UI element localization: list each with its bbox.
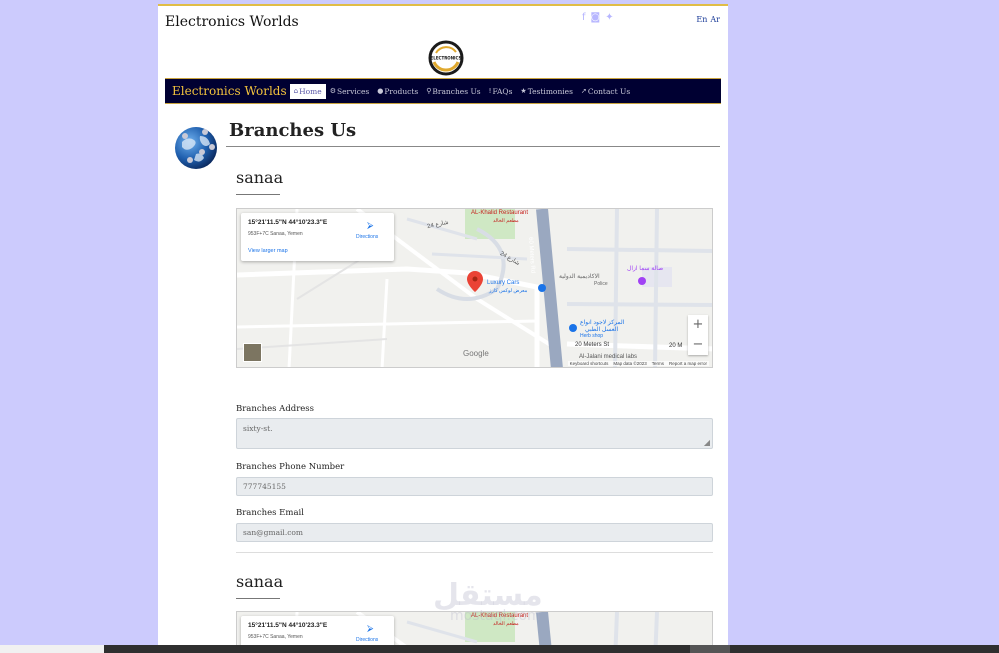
- directions-icon[interactable]: ⮚: [367, 623, 373, 634]
- social-links: f ◙ ✦: [582, 12, 614, 24]
- map-plus-code: 953F+7C Sanaa, Yemen: [248, 634, 303, 640]
- satellite-toggle[interactable]: [243, 343, 262, 362]
- view-larger-map-link[interactable]: View larger map: [248, 248, 288, 254]
- nav-contact[interactable]: ➚ Contact Us: [577, 84, 634, 99]
- map-label-herb-2: العسل الطبي: [585, 327, 619, 333]
- branch-map[interactable]: AL-Khalid Restaurant مطعم الخالد 60 Mete…: [236, 208, 713, 368]
- page-header: Branches Us: [172, 120, 720, 169]
- map-coordinates: 15°21'11.5"N 44°10'23.3"E: [248, 219, 328, 226]
- page-container: Electronics Worlds f ◙ ✦ En Ar ELECTRONI…: [158, 4, 728, 653]
- lang-ar-link[interactable]: Ar: [710, 15, 720, 24]
- title-divider: [226, 146, 720, 147]
- nav-services[interactable]: ⚙ Services: [326, 84, 374, 99]
- language-switcher: En Ar: [696, 15, 720, 24]
- map-zoom-controls: + −: [688, 315, 708, 355]
- address-value: sixty-st.: [243, 424, 273, 433]
- nav-contact-label: Contact Us: [587, 86, 631, 96]
- main-navbar: Electronics Worlds ⌂ Home ⚙ Services ● Prod…: [165, 78, 721, 104]
- address-group: Branches Address sixty-st. ◢: [236, 404, 713, 454]
- home-icon: ⌂: [293, 87, 299, 95]
- twitter-icon[interactable]: ✦: [605, 12, 613, 24]
- map-label-gym: صالة سما ازال: [627, 266, 664, 272]
- map-label-police: Police: [594, 281, 608, 287]
- zoom-out-button[interactable]: −: [688, 335, 708, 355]
- nav-products-label: Products: [384, 86, 419, 96]
- map-label-20-meters-right: 20 M: [669, 343, 683, 349]
- map-marker-icon: ⚲: [426, 87, 432, 95]
- cogs-icon: ⚙: [329, 87, 336, 95]
- instagram-icon[interactable]: ◙: [591, 12, 601, 24]
- email-input[interactable]: san@gmail.com: [236, 523, 713, 542]
- map-label-herb: المركز لاجود انواع: [580, 320, 625, 326]
- circle-icon: ●: [377, 87, 384, 95]
- map-label-luxury-cars-ar: معرض لوكس كارز: [489, 288, 528, 294]
- directions-icon[interactable]: ⮚: [367, 220, 373, 231]
- nav-branches[interactable]: ⚲ Branches Us: [422, 84, 484, 99]
- email-group: Branches Email san@gmail.com: [236, 508, 713, 542]
- scrollbar-thumb[interactable]: [690, 645, 730, 653]
- phone-label: Branches Phone Number: [236, 462, 345, 472]
- email-value: san@gmail.com: [243, 528, 304, 537]
- top-bar: Electronics Worlds f ◙ ✦ En Ar: [158, 6, 728, 36]
- map-label-restaurant: AL-Khalid Restaurant: [471, 210, 529, 216]
- nav-branches-label: Branches Us: [432, 86, 481, 96]
- site-title[interactable]: Electronics Worlds: [165, 14, 299, 30]
- map-coordinates: 15°21'11.5"N 44°10'23.3"E: [248, 622, 328, 629]
- map-label-academy: الاكاديمية الدولية: [559, 274, 600, 280]
- map-attribution: Keyboard shortcuts Map data ©2023 Terms …: [567, 361, 709, 366]
- nav-home-label: Home: [299, 86, 322, 96]
- globe-icon: [175, 127, 217, 169]
- info-icon: !: [488, 87, 492, 95]
- branch-heading: sanaa: [236, 168, 713, 195]
- map-data-text: Map data ©2023: [613, 361, 647, 366]
- branch-name-divider: [236, 598, 280, 599]
- site-logo[interactable]: ELECTRONICS: [428, 40, 464, 76]
- phone-input[interactable]: 777745155: [236, 477, 713, 496]
- map-label-restaurant-ar: مطعم الخالد: [493, 218, 519, 224]
- branch-separator: [236, 552, 713, 553]
- zoom-in-button[interactable]: +: [688, 315, 708, 335]
- horizontal-scrollbar[interactable]: [0, 645, 999, 653]
- keyboard-shortcuts-link[interactable]: Keyboard shortcuts: [570, 361, 609, 366]
- logo-icon: ELECTRONICS: [428, 40, 464, 76]
- map-label-20-meters: 20 Meters St: [575, 342, 610, 348]
- map-plus-code: 953F+7C Sanaa, Yemen: [248, 231, 303, 237]
- nav-services-label: Services: [336, 86, 370, 96]
- map-label-luxury-cars: Luxury Cars: [487, 280, 520, 286]
- nav-testimonies-label: Testimonies: [527, 86, 573, 96]
- nav-testimonies[interactable]: ★ Testimonies: [516, 84, 577, 99]
- map-info-card: 15°21'11.5"N 44°10'23.3"E 953F+7C Sanaa,…: [241, 213, 394, 261]
- phone-group: Branches Phone Number 777745155: [236, 462, 713, 496]
- email-label: Branches Email: [236, 508, 304, 518]
- phone-value: 777745155: [243, 482, 286, 491]
- lang-en-link[interactable]: En: [696, 15, 707, 24]
- nav-faqs[interactable]: ! FAQs: [485, 84, 517, 99]
- watermark-sub: mostaql.com: [450, 608, 541, 624]
- branch-name: sanaa: [236, 168, 284, 187]
- nav-home[interactable]: ⌂ Home: [289, 83, 326, 99]
- google-logo: Google: [463, 349, 489, 358]
- address-textarea[interactable]: sixty-st. ◢: [236, 418, 713, 449]
- navbar-brand[interactable]: Electronics Worlds: [172, 84, 287, 98]
- star-icon: ★: [520, 87, 527, 95]
- address-label: Branches Address: [236, 404, 315, 414]
- nav-products[interactable]: ● Products: [373, 84, 422, 99]
- report-error-link[interactable]: Report a map error: [669, 361, 707, 366]
- terms-link[interactable]: Terms: [652, 361, 664, 366]
- nav-faqs-label: FAQs: [492, 86, 513, 96]
- rocket-icon: ➚: [580, 87, 587, 95]
- map-label-herb-shop: Herb shop: [580, 333, 604, 339]
- directions-link[interactable]: Directions: [356, 637, 378, 643]
- facebook-icon[interactable]: f: [582, 12, 586, 24]
- map-label-medical: Al-Jalani medical labs: [579, 354, 638, 360]
- page-title: Branches Us: [229, 120, 357, 141]
- directions-link[interactable]: Directions: [356, 234, 378, 240]
- resize-grip-icon[interactable]: ◢: [704, 438, 710, 447]
- scrollbar-left-area: [0, 645, 104, 653]
- branch-name-divider: [236, 194, 280, 195]
- logo-text: ELECTRONICS: [431, 56, 462, 61]
